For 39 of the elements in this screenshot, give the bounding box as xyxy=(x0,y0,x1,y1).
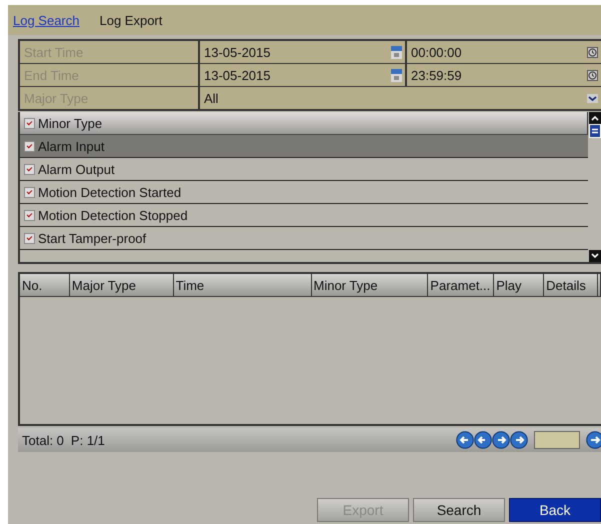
column-header[interactable]: Details xyxy=(544,274,598,296)
column-header[interactable]: No. xyxy=(20,274,70,296)
checkbox[interactable] xyxy=(24,186,35,198)
scrollbar[interactable] xyxy=(588,112,601,262)
clock-icon[interactable] xyxy=(587,70,598,80)
list-item[interactable]: Start Tamper-proof xyxy=(20,227,588,250)
checkbox[interactable] xyxy=(24,140,35,152)
page-count: P: 1/1 xyxy=(70,432,105,448)
tab[interactable]: Log Export xyxy=(100,12,162,28)
clock-icon[interactable] xyxy=(587,46,598,58)
go-arrow-icon[interactable] xyxy=(586,431,601,449)
time-field[interactable]: 00:00:00 xyxy=(407,41,601,63)
list-item[interactable]: Motion Detection Started xyxy=(20,181,588,204)
column-header[interactable]: Paramet... xyxy=(428,274,494,296)
list-item[interactable]: Alarm Output xyxy=(20,158,588,181)
scroll-down-icon[interactable] xyxy=(588,250,600,262)
checkbox[interactable] xyxy=(24,232,35,244)
time-field[interactable]: 23:59:59 xyxy=(407,64,601,86)
calendar-icon[interactable] xyxy=(391,46,402,58)
action-button[interactable]: Search xyxy=(413,498,505,522)
checkbox[interactable] xyxy=(24,118,35,128)
total-count: Total: 0 xyxy=(22,432,64,448)
column-header[interactable]: Minor Type xyxy=(312,274,428,296)
scroll-up-icon[interactable] xyxy=(588,112,600,124)
page-input[interactable] xyxy=(534,431,580,449)
tab[interactable]: Log Search xyxy=(13,12,80,28)
action-button[interactable]: Back xyxy=(509,498,601,522)
list-header[interactable]: Minor Type xyxy=(20,112,588,135)
column-header[interactable]: Time xyxy=(174,274,312,296)
chevron-down-icon xyxy=(587,94,598,102)
major-type-dropdown[interactable]: All xyxy=(200,87,601,109)
list-item[interactable]: Motion Detection Stopped xyxy=(20,204,588,227)
calendar-icon[interactable] xyxy=(391,68,402,82)
scroll-thumb-icon[interactable] xyxy=(588,124,600,138)
column-header[interactable]: Play xyxy=(494,274,544,296)
checkbox[interactable] xyxy=(24,164,35,174)
list-item[interactable]: Alarm Input xyxy=(20,135,588,158)
checkbox[interactable] xyxy=(24,210,35,220)
column-header[interactable]: Major Type xyxy=(70,274,174,296)
